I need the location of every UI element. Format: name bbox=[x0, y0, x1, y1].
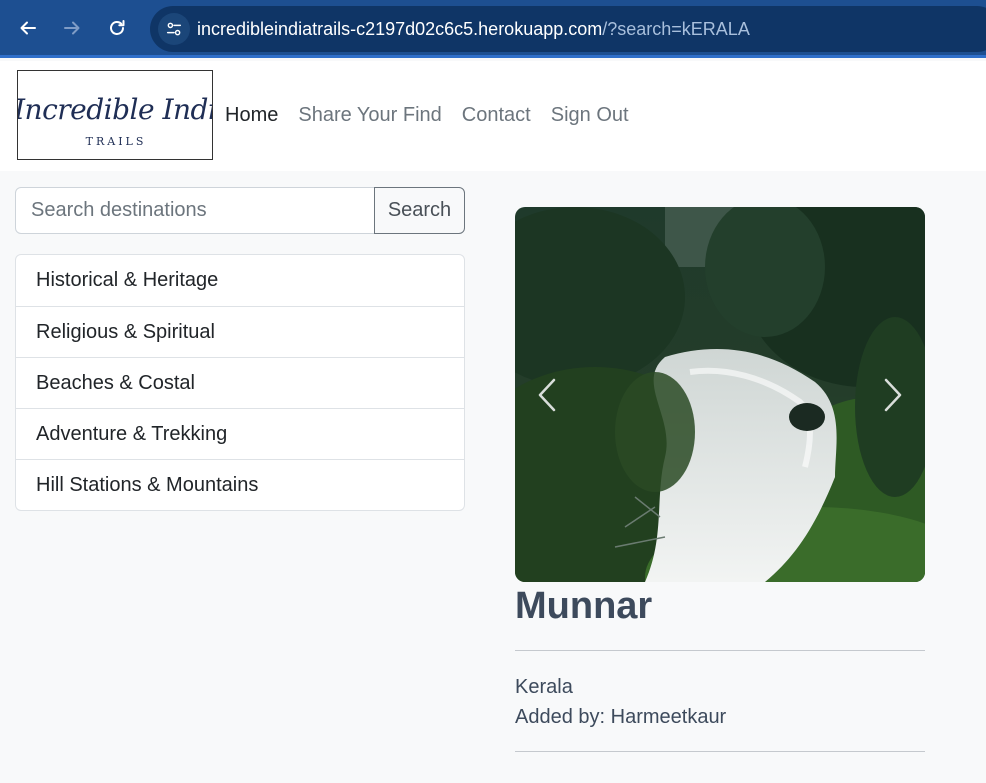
destination-state: Kerala bbox=[515, 676, 573, 698]
url-host: incredibleindiatrails-c2197d02c6c5.herok… bbox=[197, 19, 603, 39]
search-button[interactable]: Search bbox=[374, 187, 465, 234]
category-beaches-costal[interactable]: Beaches & Costal bbox=[16, 357, 464, 408]
nav-sign-out[interactable]: Sign Out bbox=[551, 104, 629, 127]
logo-subtitle: TRAILS bbox=[85, 135, 147, 148]
logo-script-text: Incredible India bbox=[17, 93, 212, 126]
chevron-right-icon bbox=[884, 378, 902, 411]
forward-button[interactable] bbox=[55, 11, 89, 45]
reload-button[interactable] bbox=[100, 11, 134, 45]
back-button[interactable] bbox=[11, 11, 45, 45]
carousel-prev-button[interactable] bbox=[527, 372, 567, 417]
chevron-left-icon bbox=[538, 378, 556, 411]
search-form: Search bbox=[15, 187, 465, 234]
divider bbox=[515, 650, 925, 651]
url-text[interactable]: incredibleindiatrails-c2197d02c6c5.herok… bbox=[197, 19, 750, 40]
destination-title: Munnar bbox=[515, 585, 653, 627]
destination-image-carousel bbox=[515, 207, 925, 582]
site-info-button[interactable] bbox=[158, 13, 190, 45]
site-logo[interactable]: Incredible India TRAILS bbox=[17, 70, 213, 160]
main-nav: Home Share Your Find Contact Sign Out bbox=[225, 104, 629, 127]
site-navbar: Incredible India TRAILS Home Share Your … bbox=[0, 61, 986, 171]
search-input[interactable] bbox=[15, 187, 375, 234]
nav-home[interactable]: Home bbox=[225, 104, 278, 127]
back-arrow-icon bbox=[20, 21, 36, 35]
nav-contact[interactable]: Contact bbox=[462, 104, 531, 127]
category-adventure-trekking[interactable]: Adventure & Trekking bbox=[16, 408, 464, 459]
carousel-next-button[interactable] bbox=[873, 372, 913, 417]
reload-icon bbox=[110, 20, 125, 35]
category-hill-stations-mountains[interactable]: Hill Stations & Mountains bbox=[16, 459, 464, 510]
waterfall-photo bbox=[515, 207, 925, 582]
category-religious-spiritual[interactable]: Religious & Spiritual bbox=[16, 306, 464, 357]
address-bar[interactable]: incredibleindiatrails-c2197d02c6c5.herok… bbox=[150, 6, 986, 52]
category-historical-heritage[interactable]: Historical & Heritage bbox=[16, 255, 464, 306]
nav-share-your-find[interactable]: Share Your Find bbox=[298, 104, 441, 127]
forward-arrow-icon bbox=[64, 21, 80, 35]
browser-toolbar: incredibleindiatrails-c2197d02c6c5.herok… bbox=[0, 0, 986, 58]
url-path: /?search=kERALA bbox=[602, 19, 750, 39]
tune-icon bbox=[166, 22, 182, 36]
category-list: Historical & Heritage Religious & Spirit… bbox=[15, 254, 465, 511]
destination-added-by: Added by: Harmeetkaur bbox=[515, 706, 727, 728]
divider bbox=[515, 751, 925, 752]
